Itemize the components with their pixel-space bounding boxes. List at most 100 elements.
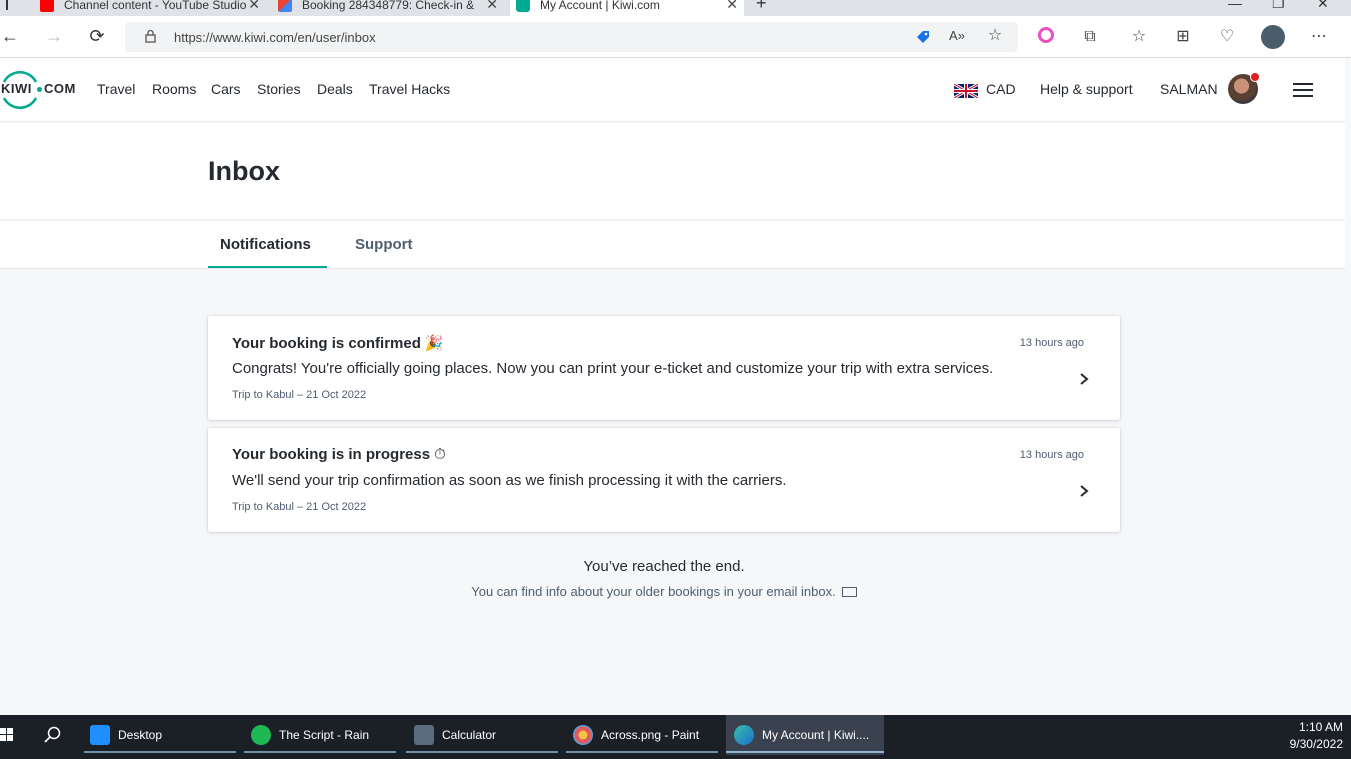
- taskbar-item-edge[interactable]: My Account | Kiwi....: [726, 715, 884, 755]
- search-icon[interactable]: [44, 726, 62, 744]
- edge-icon: [734, 725, 754, 745]
- taskbar-item-label: My Account | Kiwi....: [762, 728, 870, 742]
- browser-tab-title: My Account | Kiwi.com: [540, 0, 660, 12]
- notification-dot: [1250, 72, 1260, 82]
- clock-date: 9/30/2022: [1289, 737, 1343, 751]
- end-of-list-title: You’ve reached the end.: [583, 558, 745, 575]
- taskbar-item-label: Across.png - Paint: [601, 728, 700, 742]
- currency-selector[interactable]: CAD: [986, 81, 1016, 97]
- notification-title: Your booking is in progress ⏱: [232, 446, 446, 463]
- tab-support[interactable]: Support: [355, 236, 413, 253]
- notification-trip: Trip to Kabul – 21 Oct 2022: [232, 389, 367, 401]
- notification-time: 13 hours ago: [1019, 337, 1084, 349]
- windows-taskbar: Desktop The Script - Rain Calculator Acr…: [0, 715, 1351, 759]
- nav-travel-hacks[interactable]: Travel Hacks: [369, 81, 450, 97]
- browser-toolbar: ← → ⟳ https://www.kiwi.com/en/user/inbox…: [0, 16, 1351, 58]
- youtube-icon: [40, 0, 54, 12]
- hamburger-menu-icon[interactable]: [1293, 83, 1313, 97]
- browser-tab-title: Channel content - YouTube Studio: [64, 0, 247, 12]
- tab-actions-icon[interactable]: [0, 0, 8, 16]
- back-icon[interactable]: ←: [0, 26, 20, 46]
- notification-trip: Trip to Kabul – 21 Oct 2022: [232, 501, 367, 513]
- more-menu-icon[interactable]: ⋯: [1309, 27, 1329, 47]
- taskbar-running-indicator: [244, 751, 396, 753]
- notification-card[interactable]: Your booking is in progress ⏱ 13 hours ag…: [208, 428, 1120, 532]
- extensions-icon[interactable]: ⧉: [1080, 27, 1100, 47]
- end-of-list-subtitle: You can find info about your older booki…: [0, 584, 1328, 599]
- notification-time: 13 hours ago: [1019, 449, 1084, 461]
- taskbar-item-label: Calculator: [442, 728, 497, 742]
- page-title: Inbox: [208, 156, 280, 186]
- help-support-link[interactable]: Help & support: [1040, 81, 1133, 97]
- system-clock[interactable]: 1:10 AM 9/30/2022: [1290, 719, 1343, 753]
- nav-stories[interactable]: Stories: [257, 81, 301, 97]
- price-tag-icon[interactable]: [915, 29, 931, 45]
- party-popper-icon: 🎉: [424, 335, 444, 352]
- close-tab-icon[interactable]: ✕: [726, 0, 738, 13]
- windows-start-icon[interactable]: [0, 727, 14, 743]
- new-tab-button[interactable]: +: [756, 0, 767, 14]
- profile-avatar[interactable]: [1261, 25, 1285, 49]
- browser-tab-title: Booking 284348779: Check-in &: [302, 0, 475, 12]
- notification-title: Your booking is confirmed 🎉: [232, 334, 444, 352]
- site-header: KIWI COM Travel Rooms Cars Stories Deals…: [0, 58, 1345, 122]
- email-icon: [841, 586, 857, 597]
- address-bar[interactable]: https://www.kiwi.com/en/user/inbox A» ☆: [125, 22, 1018, 52]
- nav-deals[interactable]: Deals: [317, 81, 353, 97]
- nav-rooms[interactable]: Rooms: [152, 81, 196, 97]
- notification-title-text: Your booking is confirmed: [232, 335, 421, 352]
- taskbar-item-spotify[interactable]: The Script - Rain: [244, 715, 396, 755]
- favorites-icon[interactable]: ☆: [1129, 27, 1149, 47]
- taskbar-running-indicator: [84, 751, 236, 753]
- spotify-icon: [251, 725, 271, 745]
- taskbar-item-calculator[interactable]: Calculator: [406, 715, 558, 755]
- minimize-button[interactable]: —: [1228, 0, 1242, 11]
- refresh-icon[interactable]: ⟳: [87, 26, 107, 46]
- active-tab-indicator: [208, 266, 327, 268]
- inbox-tabs: Notifications Support: [0, 221, 1345, 269]
- kiwi-logo[interactable]: KIWI COM: [0, 68, 78, 112]
- chevron-right-icon[interactable]: [1078, 372, 1090, 386]
- taskbar-running-indicator: [566, 751, 718, 753]
- chevron-right-icon[interactable]: [1078, 484, 1090, 498]
- end-of-list-subtitle-text: You can find info about your older booki…: [471, 584, 836, 599]
- nav-cars[interactable]: Cars: [211, 81, 241, 97]
- notification-title-text: Your booking is in progress: [232, 446, 431, 463]
- stopwatch-icon: ⏱: [434, 446, 446, 463]
- read-aloud-icon[interactable]: A»: [947, 26, 967, 46]
- notification-body: Congrats! You're officially going places…: [232, 360, 994, 377]
- gmail-icon: [278, 0, 292, 12]
- logo-text-right: COM: [44, 81, 76, 96]
- browser-tab-gmail[interactable]: Booking 284348779: Check-in & ✕: [272, 0, 504, 16]
- tab-notifications[interactable]: Notifications: [220, 236, 311, 253]
- browser-tab-kiwi[interactable]: My Account | Kiwi.com ✕: [510, 0, 744, 16]
- inbox-title-section: Inbox: [0, 123, 1345, 220]
- logo-dot: [37, 87, 42, 92]
- notification-card[interactable]: Your booking is confirmed 🎉 13 hours ago …: [208, 316, 1120, 420]
- favorite-add-icon[interactable]: ☆: [985, 26, 1005, 46]
- collections-icon[interactable]: ⊞: [1173, 27, 1193, 47]
- clock-time: 1:10 AM: [1298, 720, 1343, 734]
- taskbar-item-paint[interactable]: Across.png - Paint: [566, 715, 718, 755]
- kiwi-icon: [516, 0, 530, 12]
- calculator-icon: [414, 725, 434, 745]
- logo-text-left: KIWI: [1, 81, 32, 96]
- lock-icon: [145, 29, 156, 43]
- close-tab-icon[interactable]: ✕: [486, 0, 498, 13]
- close-window-button[interactable]: ✕: [1317, 0, 1329, 12]
- taskbar-item-label: Desktop: [118, 728, 163, 742]
- forward-icon[interactable]: →: [44, 26, 64, 46]
- browser-essentials-icon[interactable]: ♡: [1217, 27, 1237, 47]
- desktop-icon: [90, 725, 110, 745]
- taskbar-item-desktop[interactable]: Desktop: [84, 715, 236, 755]
- paint-icon: [573, 725, 593, 745]
- close-tab-icon[interactable]: ✕: [248, 0, 260, 13]
- user-name[interactable]: SALMAN: [1160, 81, 1218, 97]
- extension-circle-icon[interactable]: [1036, 27, 1056, 47]
- nav-travel[interactable]: Travel: [97, 81, 135, 97]
- taskbar-running-indicator: [726, 751, 884, 753]
- uk-flag-icon[interactable]: [954, 84, 978, 98]
- restore-button[interactable]: ❐: [1272, 0, 1285, 12]
- browser-tab-strip: Channel content - YouTube Studio ✕ Booki…: [0, 0, 1351, 16]
- browser-tab-youtube[interactable]: Channel content - YouTube Studio ✕: [34, 0, 266, 16]
